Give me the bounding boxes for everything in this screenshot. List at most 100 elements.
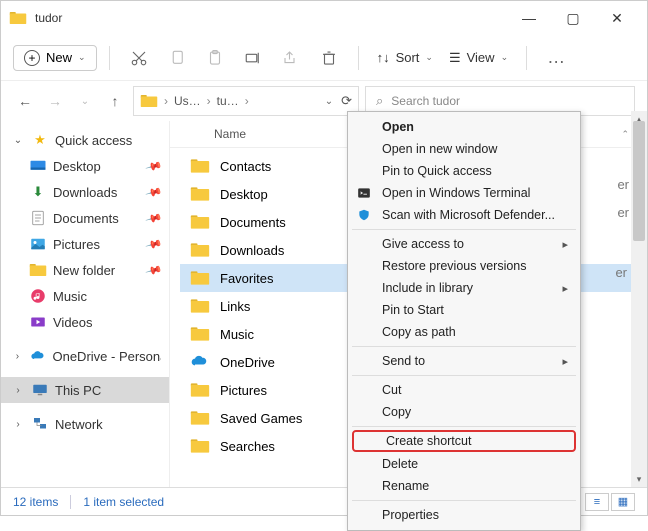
menu-separator bbox=[352, 229, 576, 230]
sidebar-item-new-folder[interactable]: New folder 📌 bbox=[1, 257, 169, 283]
cm-open-terminal[interactable]: Open in Windows Terminal bbox=[348, 182, 580, 204]
maximize-button[interactable]: ▢ bbox=[563, 8, 583, 28]
cm-include-library[interactable]: Include in library▸ bbox=[348, 277, 580, 299]
star-icon: ★ bbox=[31, 131, 49, 149]
cm-rename[interactable]: Rename bbox=[348, 475, 580, 497]
pc-icon bbox=[31, 381, 49, 399]
cm-restore-previous[interactable]: Restore previous versions bbox=[348, 255, 580, 277]
window-title: tudor bbox=[35, 11, 62, 25]
chevron-down-icon[interactable]: ⌄ bbox=[325, 96, 333, 107]
folder-icon bbox=[190, 408, 210, 428]
cut-icon[interactable] bbox=[122, 41, 156, 75]
plus-icon: + bbox=[24, 50, 40, 66]
cm-pin-start[interactable]: Pin to Start bbox=[348, 299, 580, 321]
status-items: 12 items bbox=[13, 495, 58, 509]
breadcrumb-seg[interactable]: Us… bbox=[174, 94, 201, 108]
sidebar: ⌄ ★ Quick access Desktop 📌 ⬇ Downloads 📌… bbox=[1, 121, 169, 487]
minimize-button[interactable]: — bbox=[519, 8, 539, 28]
search-icon: ⌕ bbox=[376, 93, 383, 109]
sidebar-item-pictures[interactable]: Pictures 📌 bbox=[1, 231, 169, 257]
thumbnails-view-button[interactable]: ▦ bbox=[611, 493, 635, 511]
cm-cut[interactable]: Cut bbox=[348, 379, 580, 401]
sidebar-item-downloads[interactable]: ⬇ Downloads 📌 bbox=[1, 179, 169, 205]
cm-create-shortcut[interactable]: Create shortcut bbox=[352, 430, 576, 452]
file-label: Documents bbox=[220, 215, 286, 230]
sidebar-item-this-pc[interactable]: › This PC bbox=[1, 377, 169, 403]
partial-col-text: er bbox=[617, 205, 629, 220]
view-mode-switcher: ≡ ▦ bbox=[585, 493, 635, 511]
cm-give-access[interactable]: Give access to▸ bbox=[348, 233, 580, 255]
new-label: New bbox=[46, 50, 72, 65]
sidebar-item-music[interactable]: Music bbox=[1, 283, 169, 309]
cm-copy[interactable]: Copy bbox=[348, 401, 580, 423]
column-name: Name bbox=[214, 127, 246, 141]
folder-icon bbox=[190, 184, 210, 204]
view-button[interactable]: ☰ View ⌄ bbox=[443, 46, 514, 70]
new-button[interactable]: + New ⌄ bbox=[13, 45, 97, 71]
sidebar-item-documents[interactable]: Documents 📌 bbox=[1, 205, 169, 231]
toolbar: + New ⌄ ↑↓ Sort ⌄ ☰ View ⌄ … bbox=[1, 35, 647, 81]
cm-properties[interactable]: Properties bbox=[348, 504, 580, 526]
pin-icon: 📌 bbox=[145, 209, 163, 227]
sidebar-item-desktop[interactable]: Desktop 📌 bbox=[1, 153, 169, 179]
folder-icon bbox=[190, 240, 210, 260]
sort-button[interactable]: ↑↓ Sort ⌄ bbox=[371, 46, 439, 69]
vertical-scrollbar[interactable]: ▴ ▾ bbox=[631, 111, 647, 487]
scroll-down-arrow[interactable]: ▾ bbox=[631, 471, 647, 487]
delete-icon[interactable] bbox=[312, 41, 346, 75]
video-icon bbox=[29, 313, 47, 331]
refresh-icon[interactable]: ⟳ bbox=[341, 93, 352, 109]
sidebar-item-videos[interactable]: Videos bbox=[1, 309, 169, 335]
music-icon bbox=[29, 287, 47, 305]
submenu-arrow-icon: ▸ bbox=[562, 355, 568, 368]
chevron-right-icon: › bbox=[207, 94, 211, 108]
submenu-arrow-icon: ▸ bbox=[562, 238, 568, 251]
search-placeholder: Search tudor bbox=[391, 94, 460, 108]
network-icon bbox=[31, 415, 49, 433]
pin-icon: 📌 bbox=[145, 261, 163, 279]
sidebar-label: OneDrive - Personal bbox=[52, 349, 161, 364]
cm-open-new-window[interactable]: Open in new window bbox=[348, 138, 580, 160]
sidebar-label: Desktop bbox=[53, 159, 101, 174]
sidebar-label: Quick access bbox=[55, 133, 132, 148]
folder-icon bbox=[190, 436, 210, 456]
sidebar-label: Music bbox=[53, 289, 87, 304]
chevron-down-icon: ⌄ bbox=[11, 135, 25, 146]
forward-button[interactable]: → bbox=[43, 89, 67, 113]
paste-icon[interactable] bbox=[198, 41, 232, 75]
sort-icon: ↑↓ bbox=[377, 50, 390, 65]
pin-icon: 📌 bbox=[145, 183, 163, 201]
partial-col-text: er bbox=[613, 265, 629, 280]
up-button[interactable]: ↑ bbox=[103, 89, 127, 113]
scroll-thumb[interactable] bbox=[633, 121, 645, 241]
cm-copy-path[interactable]: Copy as path bbox=[348, 321, 580, 343]
sidebar-item-network[interactable]: › Network bbox=[1, 411, 169, 437]
cm-send-to[interactable]: Send to▸ bbox=[348, 350, 580, 372]
back-button[interactable]: ← bbox=[13, 89, 37, 113]
breadcrumb-seg[interactable]: tu… bbox=[217, 94, 239, 108]
file-label: Searches bbox=[220, 439, 275, 454]
recent-button[interactable]: ⌄ bbox=[73, 89, 97, 113]
close-button[interactable]: ✕ bbox=[607, 8, 627, 28]
sidebar-label: Downloads bbox=[53, 185, 117, 200]
breadcrumb[interactable]: › Us… › tu… › ⌄ ⟳ bbox=[133, 86, 359, 116]
chevron-right-icon: › bbox=[11, 419, 25, 430]
rename-icon[interactable] bbox=[236, 41, 270, 75]
menu-separator bbox=[352, 346, 576, 347]
cm-scan-defender[interactable]: Scan with Microsoft Defender... bbox=[348, 204, 580, 226]
sidebar-item-onedrive[interactable]: › OneDrive - Personal bbox=[1, 343, 169, 369]
cm-open[interactable]: Open bbox=[348, 116, 580, 138]
view-icon: ☰ bbox=[449, 50, 461, 66]
sidebar-item-quick-access[interactable]: ⌄ ★ Quick access bbox=[1, 127, 169, 153]
sidebar-label: This PC bbox=[55, 383, 101, 398]
details-view-button[interactable]: ≡ bbox=[585, 493, 609, 511]
sidebar-label: Documents bbox=[53, 211, 119, 226]
chevron-up-icon: ⌃ bbox=[621, 129, 629, 140]
more-button[interactable]: … bbox=[539, 47, 575, 68]
copy-icon[interactable] bbox=[160, 41, 194, 75]
cm-pin-quick-access[interactable]: Pin to Quick access bbox=[348, 160, 580, 182]
share-icon[interactable] bbox=[274, 41, 308, 75]
cm-delete[interactable]: Delete bbox=[348, 453, 580, 475]
context-menu: Open Open in new window Pin to Quick acc… bbox=[347, 111, 581, 531]
toolbar-separator bbox=[109, 46, 110, 70]
